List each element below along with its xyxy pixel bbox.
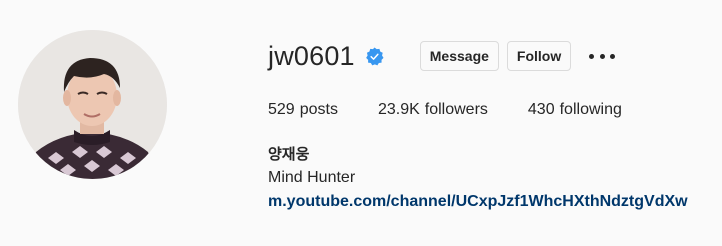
message-button[interactable]: Message bbox=[419, 41, 499, 71]
posts-count: 529 bbox=[268, 101, 295, 118]
username: jw0601 bbox=[268, 41, 355, 71]
avatar-image bbox=[18, 30, 167, 179]
following-count: 430 bbox=[527, 101, 555, 118]
bio-link[interactable]: m.youtube.com/channel/UCxpJzf1WhcHXthNdz… bbox=[268, 193, 688, 210]
following-stat[interactable]: 430 following bbox=[528, 100, 622, 120]
profile-stats: 529 posts 23.9K followers 430 following bbox=[268, 100, 708, 120]
more-options-icon[interactable] bbox=[589, 41, 616, 71]
profile-header: jw0601 Message Follow 529 posts 23.9K fo… bbox=[0, 0, 722, 246]
profile-bio: 양재웅 Mind Hunter m.youtube.com/channel/UC… bbox=[268, 142, 708, 214]
followers-stat[interactable]: 23.9K followers bbox=[378, 100, 488, 120]
posts-label: posts bbox=[299, 101, 338, 118]
bio-description: Mind Hunter bbox=[268, 169, 356, 186]
verified-badge-icon bbox=[365, 46, 384, 66]
profile-title-row: jw0601 Message Follow bbox=[268, 36, 708, 76]
profile-avatar[interactable] bbox=[18, 30, 167, 179]
followers-label: followers bbox=[424, 101, 488, 118]
more-dot bbox=[610, 53, 616, 59]
follow-button[interactable]: Follow bbox=[506, 41, 572, 71]
followers-count: 23.9K bbox=[377, 101, 420, 118]
posts-stat: 529 posts bbox=[268, 100, 338, 120]
full-name: 양재웅 bbox=[268, 145, 310, 163]
following-label: following bbox=[559, 101, 622, 118]
profile-info: jw0601 Message Follow 529 posts 23.9K fo… bbox=[268, 36, 708, 214]
more-dot bbox=[589, 53, 595, 59]
more-dot bbox=[599, 53, 605, 59]
